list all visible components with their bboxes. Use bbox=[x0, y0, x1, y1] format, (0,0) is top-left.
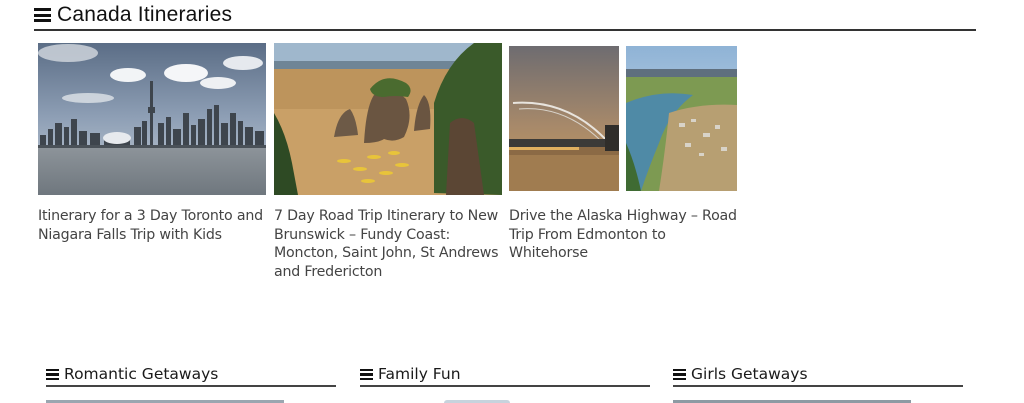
menu-icon[interactable] bbox=[360, 369, 373, 380]
menu-icon[interactable] bbox=[46, 369, 59, 380]
category-header-family-fun: Family Fun bbox=[360, 364, 650, 387]
itinerary-card-title[interactable]: Itinerary for a 3 Day Toronto and Niagar… bbox=[38, 207, 266, 244]
category-title[interactable]: Romantic Getaways bbox=[64, 366, 218, 383]
itinerary-card-title[interactable]: 7 Day Road Trip Itinerary to New Brunswi… bbox=[274, 207, 502, 281]
edmonton-whitehorse-image[interactable] bbox=[509, 43, 737, 195]
menu-icon[interactable] bbox=[673, 369, 686, 380]
itinerary-card-title[interactable]: Drive the Alaska Highway – Road Trip Fro… bbox=[509, 207, 737, 263]
section-title[interactable]: Canada Itineraries bbox=[57, 4, 232, 25]
toronto-skyline-image[interactable] bbox=[38, 43, 266, 195]
category-title[interactable]: Family Fun bbox=[378, 366, 461, 383]
menu-icon[interactable] bbox=[34, 8, 51, 22]
itinerary-card-new-brunswick[interactable]: 7 Day Road Trip Itinerary to New Brunswi… bbox=[274, 43, 502, 281]
category-header-romantic-getaways: Romantic Getaways bbox=[46, 364, 336, 387]
itinerary-card-alaska-highway[interactable]: Drive the Alaska Highway – Road Trip Fro… bbox=[509, 43, 737, 263]
hopewell-rocks-image[interactable] bbox=[274, 43, 502, 195]
itinerary-card-toronto[interactable]: Itinerary for a 3 Day Toronto and Niagar… bbox=[38, 43, 266, 244]
category-title[interactable]: Girls Getaways bbox=[691, 366, 808, 383]
category-header-girls-getaways: Girls Getaways bbox=[673, 364, 963, 387]
section-header: Canada Itineraries bbox=[34, 0, 976, 31]
